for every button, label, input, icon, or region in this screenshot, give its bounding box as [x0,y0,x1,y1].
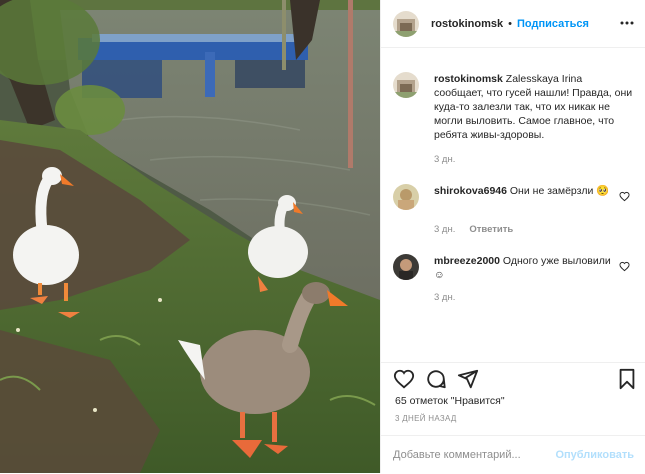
more-options-icon[interactable] [620,16,634,30]
comment-time[interactable]: 3 дн. [434,224,455,235]
caption-username[interactable]: rostokinomsk [434,73,503,85]
share-icon[interactable] [457,368,479,390]
commenter-avatar[interactable] [393,184,419,210]
comment-username[interactable]: mbreeze2000 [434,255,500,267]
separator-dot: • [508,17,512,30]
caption-time[interactable]: 3 дн. [434,154,455,165]
add-comment-bar: Опубликовать [381,435,645,474]
like-comment-heart-icon[interactable] [619,191,630,202]
comments-list[interactable]: rostokinomsk Zalesskaya Irina сообщает, … [381,56,645,356]
post-photo[interactable] [0,0,380,473]
like-comment-heart-icon[interactable] [619,261,630,272]
caption-text-block: rostokinomsk Zalesskaya Irina сообщает, … [434,72,634,142]
comment: shirokova6946 Они не замёрзли 🥺 3 дн. От… [393,184,638,235]
comment-meta: 3 дн. Ответить [434,224,513,235]
caption-meta: 3 дн. [434,154,455,165]
action-icons-row [393,368,638,392]
follow-button[interactable]: Подписаться [517,18,589,30]
post-header: rostokinomsk • Подписаться [381,0,645,48]
bookmark-icon[interactable] [616,368,638,390]
geese-flood-photo [0,0,380,473]
comment-text-block: mbreeze2000 Одного уже выловили ☺ [434,254,619,282]
comment-username[interactable]: shirokova6946 [434,185,507,197]
publish-button[interactable]: Опубликовать [555,449,634,461]
author-avatar[interactable] [393,10,419,37]
post-actions: 65 отметок "Нравится" 3 ДНЕЙ НАЗАД Опубл… [381,362,645,473]
caption: rostokinomsk Zalesskaya Irina сообщает, … [393,72,638,172]
author-username[interactable]: rostokinomsk [431,18,503,30]
comment-input[interactable] [393,449,556,461]
post-side-panel: rostokinomsk • Подписаться rostokinomsk … [380,0,645,473]
commenter-avatar[interactable] [393,254,419,280]
comment-meta: 3 дн. [434,292,455,303]
reply-button[interactable]: Ответить [469,224,513,235]
comment: mbreeze2000 Одного уже выловили ☺ 3 дн. [393,254,638,304]
comment-text-block: shirokova6946 Они не замёрзли 🥺 [434,184,619,198]
comment-time[interactable]: 3 дн. [434,292,455,303]
likes-count[interactable]: 65 отметок "Нравится" [395,395,505,407]
comment-text: Они не замёрзли 🥺 [509,185,610,197]
instagram-post: rostokinomsk • Подписаться rostokinomsk … [0,0,645,473]
heart-icon[interactable] [393,368,415,390]
comment-icon[interactable] [425,368,447,390]
post-date[interactable]: 3 ДНЕЙ НАЗАД [395,414,457,423]
caption-author-avatar[interactable] [393,72,419,98]
